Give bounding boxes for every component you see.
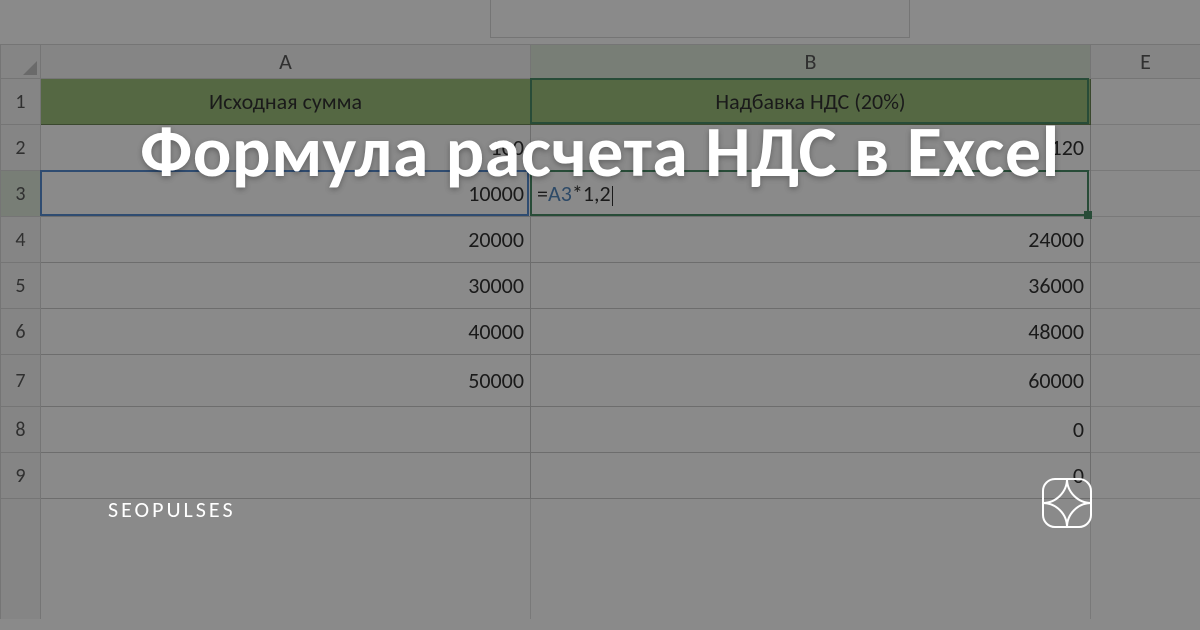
- brand-label: SEOPULSES: [108, 496, 236, 523]
- page-title: Формула расчета НДС в Excel: [0, 108, 1200, 196]
- dim-overlay: [0, 0, 1200, 630]
- zen-icon: [1042, 478, 1092, 528]
